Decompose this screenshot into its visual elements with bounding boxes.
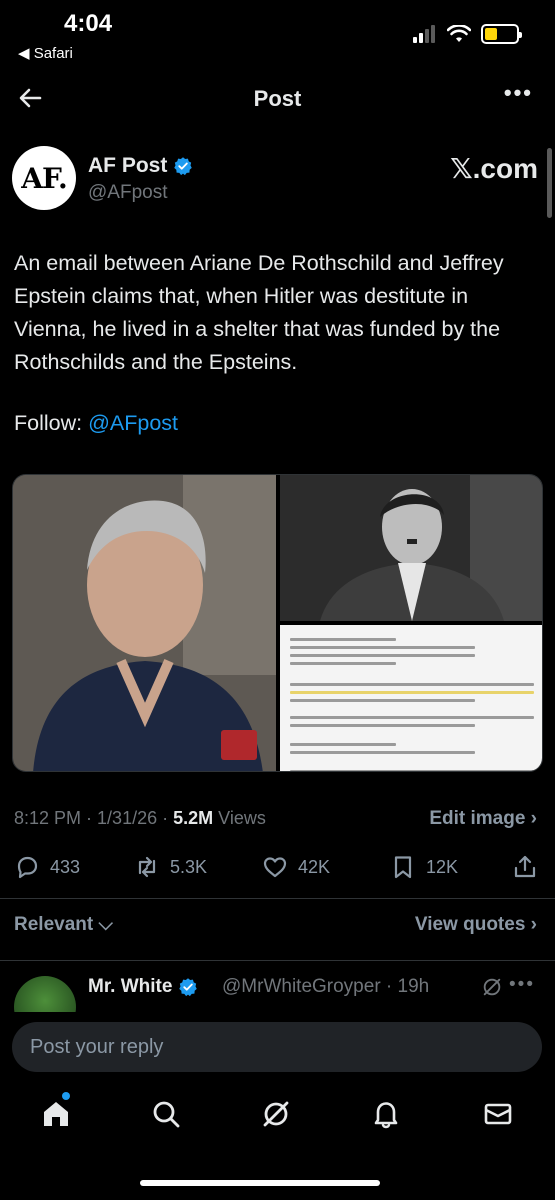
view-quotes-link[interactable]: View quotes › [415,914,537,936]
wifi-icon [447,25,471,42]
home-indicator[interactable] [140,1180,380,1186]
reply-more-options-icon[interactable]: ••• [509,974,535,996]
repost-count: 5.3K [170,856,208,877]
portrait-illustration-bw [280,475,542,621]
share-button[interactable] [512,854,538,880]
meta-separator: · [81,808,98,828]
repost-button[interactable]: 5.3K [134,854,207,880]
verified-badge-icon [174,157,193,176]
bookmark-count: 12K [426,856,459,877]
scrollbar[interactable] [547,148,552,218]
post-author: AF. AF Post @AFpost 𝕏.com [12,146,542,216]
post-time: 8:12 PM [14,808,82,828]
more-options-icon[interactable]: ••• [504,80,533,106]
grok-icon[interactable] [481,976,503,998]
reply-button[interactable]: 433 [14,854,80,880]
bookmark-icon [394,856,412,879]
home-icon [44,1102,68,1126]
reply-author-handle[interactable]: @MrWhiteGroyper · 19h [222,976,429,998]
follow-label: Follow: [14,411,89,435]
status-time: 4:04 [64,10,113,37]
like-button[interactable]: 42K [262,854,330,880]
reply-icon [17,856,38,879]
views-label: Views [213,808,266,828]
portrait-illustration [13,475,276,771]
post-date: 1/31/26 [97,808,158,828]
author-handle[interactable]: @AFpost [88,182,167,204]
author-name-row[interactable]: AF Post [88,154,193,178]
tab-home[interactable] [40,1098,76,1134]
media-photo-left[interactable] [13,475,276,771]
like-count: 42K [298,856,331,877]
grok-icon [263,1101,289,1127]
bottom-tab-bar [0,1082,555,1152]
avatar[interactable]: AF. [12,146,76,210]
reply-count: 433 [50,856,81,877]
back-to-safari-link[interactable]: ◀ Safari [18,44,73,62]
reply-composer [0,1012,555,1082]
author-name[interactable]: AF Post [88,154,167,178]
page-title: Post [253,86,302,111]
post-follow-line: Follow: @AFpost [14,411,178,436]
bell-icon [374,1102,398,1129]
reply-avatar[interactable] [14,976,76,1012]
reply-preview[interactable]: Mr. White @MrWhiteGroyper · 19h ••• [0,966,555,1012]
meta-separator: · [157,808,174,828]
tab-grok[interactable] [260,1098,296,1134]
x-logo: 𝕏.com [450,153,538,184]
divider [0,898,555,899]
edit-image-button[interactable]: Edit image › [429,808,537,830]
media-document-image[interactable] [280,625,542,771]
mail-icon [484,1103,512,1125]
home-notification-dot [62,1092,70,1100]
post-actions: 433 5.3K 42K 12K [0,848,555,888]
reply-author-name[interactable]: Mr. White [88,976,172,998]
tab-search[interactable] [150,1098,186,1134]
share-icon [514,855,536,878]
reply-input[interactable] [12,1022,542,1072]
media-photo-right-top[interactable] [280,475,542,621]
tab-notifications[interactable] [370,1098,406,1134]
post-text: An email between Ariane De Rothschild an… [14,251,504,374]
battery-icon [481,24,522,44]
status-icons [413,24,522,44]
bookmark-button[interactable]: 12K [390,854,458,880]
repost-icon [138,856,156,878]
status-bar: 4:04 ◀ Safari [0,0,555,72]
reply-author-name-row[interactable]: Mr. White [88,976,198,998]
post-header: Post ••• [0,72,555,124]
verified-badge-icon [179,978,198,997]
tab-messages[interactable] [482,1098,518,1134]
views-count: 5.2M [173,808,214,828]
search-icon [153,1101,180,1128]
sort-replies-dropdown[interactable]: Relevant ⌵ [14,914,113,936]
post-meta: 8:12 PM · 1/31/26 · 5.2M Views [14,808,266,829]
signal-icon [413,25,435,43]
heart-icon [263,857,287,878]
battery-level [485,28,497,40]
follow-mention-link[interactable]: @AFpost [88,411,178,435]
post-media[interactable] [12,474,543,772]
divider [0,960,555,961]
